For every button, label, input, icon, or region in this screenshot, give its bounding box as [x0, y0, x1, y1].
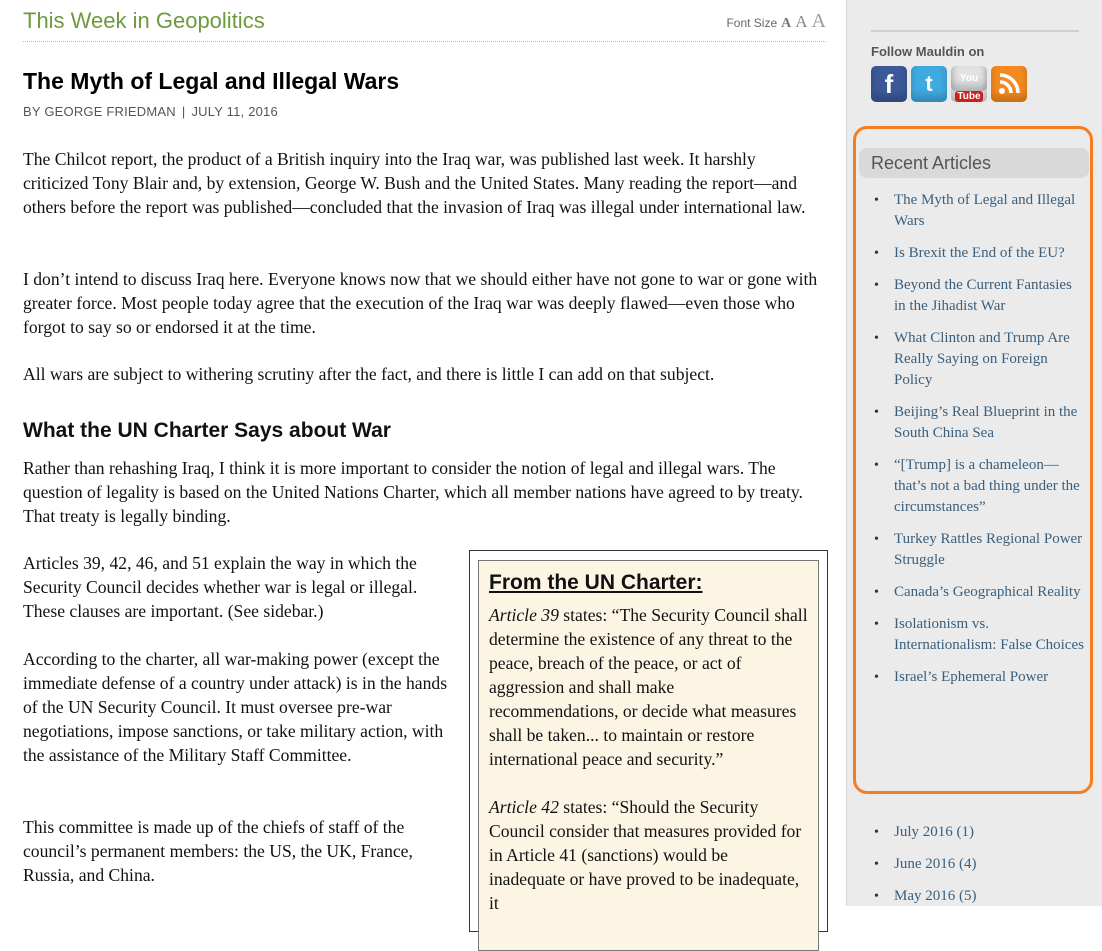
twitter-icon[interactable]: t — [911, 66, 947, 102]
article-paragraph: Articles 39, 42, 46, and 51 explain the … — [23, 553, 418, 621]
right-sidebar: Follow Mauldin on f t You Tube Recent Art… — [846, 0, 1102, 907]
archive-list: July 2016 (1) June 2016 (4) May 2016 (5) — [874, 822, 1084, 918]
recent-article-link[interactable]: The Myth of Legal and Illegal Wars — [874, 190, 1084, 232]
sidebar-divider — [871, 30, 1079, 32]
youtube-icon[interactable]: You Tube — [951, 66, 987, 102]
recent-article-link[interactable]: Is Brexit the End of the EU? — [874, 243, 1084, 264]
publish-date: JULY 11, 2016 — [191, 104, 278, 119]
article-column: This Week in Geopolitics Font Size A A A… — [0, 0, 846, 951]
article-paragraph: All wars are subject to withering scruti… — [23, 364, 715, 384]
section-title[interactable]: This Week in Geopolitics — [23, 8, 265, 34]
recent-articles-heading: Recent Articles — [859, 148, 1089, 178]
un-charter-heading: From the UN Charter: — [489, 571, 703, 594]
un-charter-sidebar: From the UN Charter: Article 39 states: … — [469, 550, 828, 951]
recent-articles-list: The Myth of Legal and Illegal Wars Is Br… — [874, 190, 1084, 699]
recent-article-link[interactable]: Isolationism vs. Internationalism: False… — [874, 614, 1084, 656]
charter-article: Article 42 states: “Should the Security … — [489, 797, 802, 913]
article-paragraph: This committee is made up of the chiefs … — [23, 817, 413, 885]
article-subheading: What the UN Charter Says about War — [23, 419, 391, 442]
recent-article-link[interactable]: Beyond the Current Fantasies in the Jiha… — [874, 275, 1084, 317]
social-links: f t You Tube — [871, 66, 1027, 102]
recent-article-link[interactable]: Israel’s Ephemeral Power — [874, 667, 1084, 688]
author: BY GEORGE FRIEDMAN — [23, 104, 176, 119]
recent-article-link[interactable]: Canada’s Geographical Reality — [874, 582, 1084, 603]
charter-article: Article 39 states: “The Security Council… — [489, 605, 808, 769]
recent-article-link[interactable]: What Clinton and Trump Are Really Saying… — [874, 328, 1084, 391]
article-paragraph: According to the charter, all war-making… — [23, 649, 448, 765]
recent-article-link[interactable]: “[Trump] is a chameleon—that’s not a bad… — [874, 455, 1084, 518]
follow-label: Follow Mauldin on — [871, 44, 985, 59]
recent-article-link[interactable]: Beijing’s Real Blueprint in the South Ch… — [874, 402, 1084, 444]
article-paragraph: The Chilcot report, the product of a Bri… — [23, 149, 806, 217]
font-size-control: Font Size A A A — [726, 10, 826, 33]
facebook-icon[interactable]: f — [871, 66, 907, 102]
font-size-medium-button[interactable]: A — [795, 12, 807, 32]
font-size-label: Font Size — [726, 16, 778, 30]
article-paragraph: Rather than rehashing Iraq, I think it i… — [23, 458, 803, 526]
archive-month-link[interactable]: June 2016 (4) — [874, 854, 1084, 875]
font-size-large-button[interactable]: A — [812, 10, 826, 33]
header-divider — [23, 41, 826, 42]
rss-icon[interactable] — [991, 66, 1027, 102]
un-charter-panel: From the UN Charter: Article 39 states: … — [478, 560, 819, 951]
archive-month-link[interactable]: July 2016 (1) — [874, 822, 1084, 843]
archive-month-link[interactable]: May 2016 (5) — [874, 886, 1084, 907]
byline: BY GEORGE FRIEDMAN | JULY 11, 2016 — [23, 104, 278, 119]
article-title: The Myth of Legal and Illegal Wars — [23, 68, 400, 94]
recent-article-link[interactable]: Turkey Rattles Regional Power Struggle — [874, 529, 1084, 571]
article-paragraph: I don’t intend to discuss Iraq here. Eve… — [23, 269, 818, 337]
font-size-small-button[interactable]: A — [781, 16, 791, 32]
